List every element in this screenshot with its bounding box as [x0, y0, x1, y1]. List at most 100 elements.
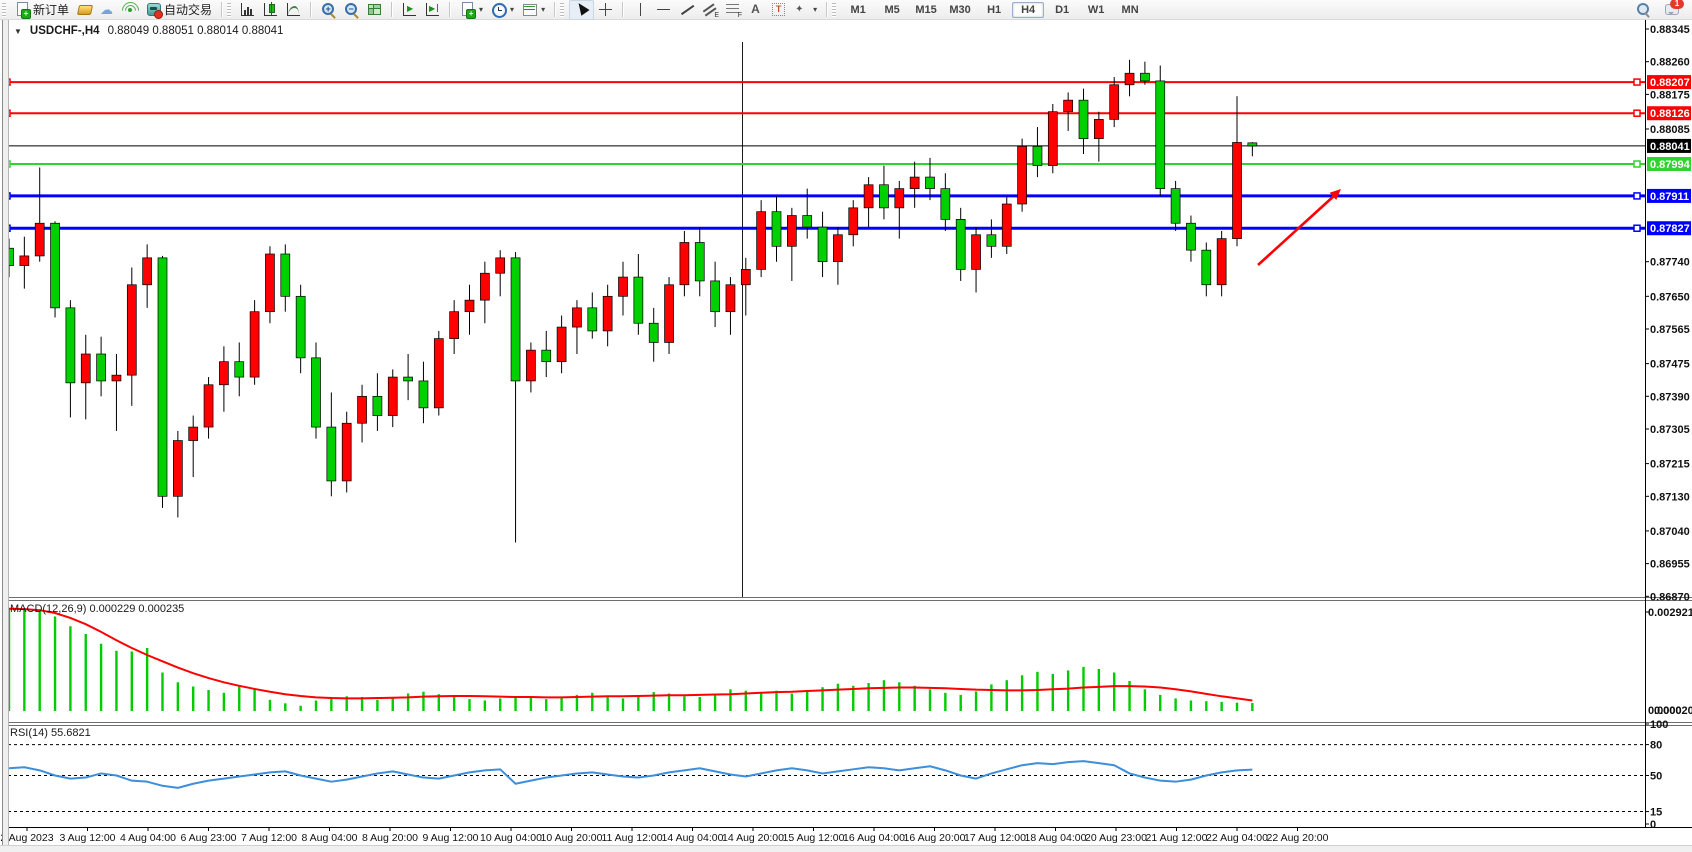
candle-body: [833, 235, 842, 262]
algo-trading-label: 自动交易: [164, 1, 212, 18]
candle-body: [649, 323, 658, 342]
tile-windows-button[interactable]: [363, 1, 386, 19]
candle-body: [787, 216, 796, 247]
chart-title: ▼ USDCHF-,H4 0.88049 0.88051 0.88014 0.8…: [14, 25, 283, 37]
vertical-line-tool-button[interactable]: [629, 1, 652, 19]
candle-body: [972, 235, 981, 270]
arrows-tool-button[interactable]: ✦▾: [790, 1, 821, 19]
new-chart-icon: +: [460, 2, 475, 17]
time-axis-label: 9 Aug 12:00: [422, 832, 478, 844]
signals-icon: [123, 2, 138, 17]
candle-body: [1018, 146, 1027, 204]
timeframe-button-mn[interactable]: MN: [1114, 2, 1146, 18]
notifications-button[interactable]: 1: [1661, 1, 1684, 19]
chart-shift-button[interactable]: ▶: [421, 1, 444, 19]
vps-button[interactable]: ☁: [96, 1, 119, 19]
candle-body: [818, 227, 827, 262]
price-badge-label: 0.88126: [1650, 108, 1690, 120]
candle-body: [864, 185, 873, 208]
time-axis-label: 10 Aug 20:00: [541, 832, 603, 844]
candlestick-chart-button[interactable]: [259, 1, 282, 19]
timeframe-button-m5[interactable]: M5: [876, 2, 908, 18]
line-chart-button[interactable]: [282, 1, 305, 19]
time-axis-label: 18 Aug 04:00: [1025, 832, 1087, 844]
arrows-shapes-icon: ✦: [794, 2, 809, 17]
bar-chart-button[interactable]: [236, 1, 259, 19]
candle-body: [619, 277, 628, 296]
time-axis-label: 21 Aug 12:00: [1146, 832, 1208, 844]
text-tool-button[interactable]: A: [744, 1, 767, 19]
candle-body: [726, 285, 735, 312]
price-badge-label: 0.87994: [1650, 159, 1691, 171]
zoom-in-button[interactable]: +: [317, 1, 340, 19]
line-handle-right[interactable]: [1634, 161, 1640, 167]
candle-body: [173, 441, 182, 497]
horizontal-line-tool-button[interactable]: [652, 1, 675, 19]
fibonacci-tool-button[interactable]: F: [721, 1, 744, 19]
candle-body: [572, 308, 581, 327]
price-axis-label: 0.87130: [1650, 491, 1690, 503]
periods-button[interactable]: ▾: [487, 1, 518, 19]
candle-body: [404, 377, 413, 381]
cursor-icon: [574, 2, 589, 17]
indicators-icon: [522, 2, 537, 17]
chat-bubble-icon: 1: [1665, 2, 1680, 17]
candle-body: [281, 254, 290, 296]
line-handle-right[interactable]: [1634, 225, 1640, 231]
macd-values: 0.000229 0.000235: [89, 603, 184, 615]
candle-body: [1002, 204, 1011, 246]
trendline-tool-button[interactable]: [675, 1, 698, 19]
rsi-axis-label: 0: [1650, 819, 1656, 831]
algo-trading-icon: [146, 2, 161, 17]
candle-body: [419, 381, 428, 408]
time-axis-label: 22 Aug 04:00: [1206, 832, 1268, 844]
price-badge-label: 0.87911: [1650, 191, 1689, 203]
timeframe-button-m1[interactable]: M1: [842, 2, 874, 18]
line-chart-icon: [286, 2, 301, 17]
cursor-tool-button[interactable]: [569, 0, 594, 20]
text-label-icon: T: [771, 2, 786, 17]
auto-scroll-button[interactable]: ▶: [398, 1, 421, 19]
line-handle-right[interactable]: [1634, 79, 1640, 85]
candle-body: [926, 177, 935, 189]
timeframe-button-m30[interactable]: M30: [944, 2, 976, 18]
timeframe-button-m15[interactable]: M15: [910, 2, 942, 18]
trend-arrow-line[interactable]: [1258, 195, 1335, 265]
time-axis-label: 20 Aug 23:00: [1085, 832, 1147, 844]
candle-body: [849, 208, 858, 235]
new-chart-button[interactable]: +▾: [456, 1, 487, 19]
price-axis-label: 0.88345: [1650, 24, 1690, 36]
timeframe-button-h4[interactable]: H4: [1012, 2, 1044, 18]
crosshair-tool-button[interactable]: [594, 1, 617, 19]
chart-canvas[interactable]: 0.883450.882600.881750.880850.877400.876…: [0, 0, 1692, 851]
candle-body: [987, 235, 996, 247]
candle-body: [465, 300, 474, 312]
candle-body: [941, 189, 950, 220]
line-handle-right[interactable]: [1634, 193, 1640, 199]
chevron-down-icon[interactable]: ▼: [14, 27, 22, 36]
candle-body: [956, 219, 965, 269]
channel-tool-button[interactable]: E: [698, 1, 721, 19]
algo-trading-button[interactable]: 自动交易: [142, 1, 216, 19]
price-axis-label: 0.87215: [1650, 459, 1690, 471]
candle-body: [680, 242, 689, 284]
candle-body: [296, 296, 305, 358]
time-axis-label: 11 Aug 12:00: [601, 832, 662, 844]
timeframe-button-h1[interactable]: H1: [978, 2, 1010, 18]
zoom-out-button[interactable]: −: [340, 1, 363, 19]
indicators-button[interactable]: ▾: [518, 1, 549, 19]
market-button[interactable]: [73, 1, 96, 19]
timeframe-button-w1[interactable]: W1: [1080, 2, 1112, 18]
search-button[interactable]: [1632, 1, 1655, 19]
candle-body: [1094, 119, 1103, 138]
candle-body: [526, 350, 535, 381]
new-order-button[interactable]: + 新订单: [11, 1, 73, 19]
fibonacci-icon: F: [725, 2, 740, 17]
main-toolbar: + 新订单 ☁ 自动交易 + −: [0, 0, 1692, 20]
label-tool-button[interactable]: T: [767, 1, 790, 19]
timeframe-button-d1[interactable]: D1: [1046, 2, 1078, 18]
candle-body: [757, 212, 766, 270]
new-order-label: 新订单: [33, 1, 69, 18]
signals-button[interactable]: [119, 1, 142, 19]
line-handle-right[interactable]: [1634, 110, 1640, 116]
